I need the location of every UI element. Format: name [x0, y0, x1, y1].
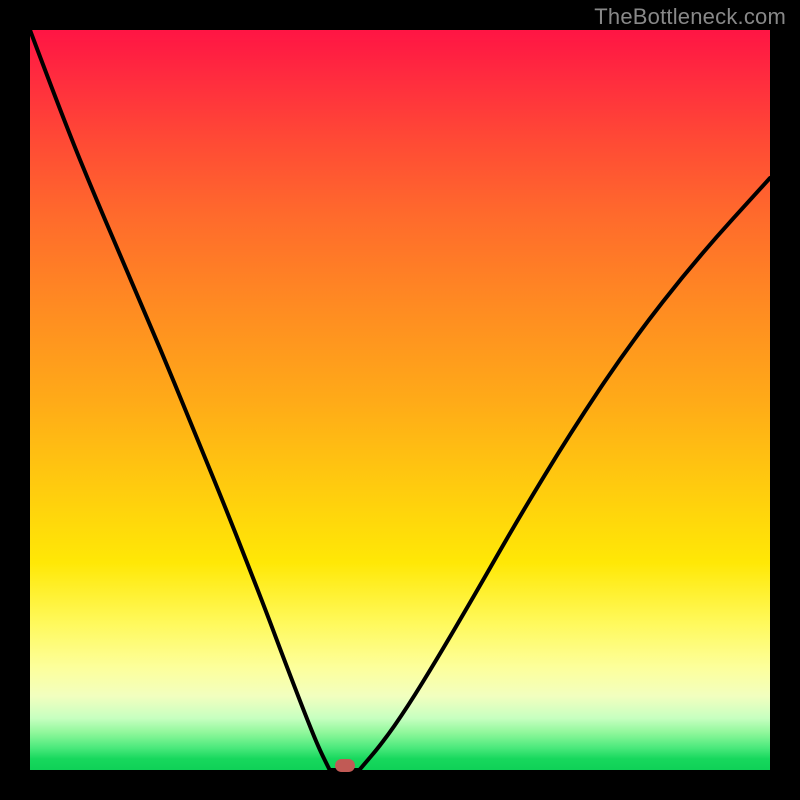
plot-area	[30, 30, 770, 770]
minimum-marker	[335, 759, 355, 772]
bottleneck-curve	[30, 30, 770, 770]
curve-path	[30, 30, 770, 770]
watermark-text: TheBottleneck.com	[594, 4, 786, 30]
chart-frame: TheBottleneck.com	[0, 0, 800, 800]
